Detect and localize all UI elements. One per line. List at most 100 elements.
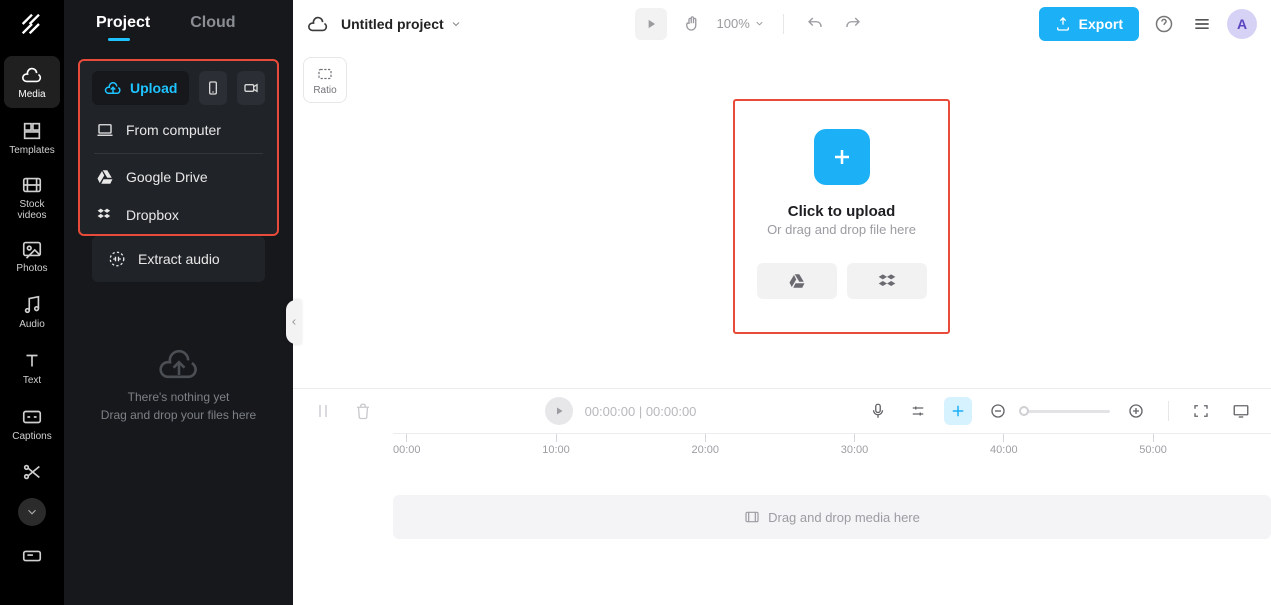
menu-google-drive-label: Google Drive <box>126 169 208 185</box>
ratio-button[interactable]: Ratio <box>303 57 347 103</box>
tick-4: 40:00 <box>990 444 1018 456</box>
rail-item-captions[interactable]: Captions <box>4 398 60 450</box>
ratio-label: Ratio <box>313 85 336 96</box>
stage-google-drive-button[interactable] <box>757 263 837 299</box>
fit-button[interactable] <box>1187 397 1215 425</box>
menu-google-drive[interactable]: Google Drive <box>80 158 277 196</box>
upload-button[interactable]: Upload <box>92 71 189 105</box>
main-area: Untitled project 100% <box>293 0 1271 605</box>
export-button[interactable]: Export <box>1039 7 1139 41</box>
rail-more-button[interactable] <box>18 498 46 526</box>
zoom-in-button[interactable] <box>1122 397 1150 425</box>
rail-item-stock-videos[interactable]: Stock videos <box>4 168 60 226</box>
zoom-out-button[interactable] <box>984 397 1012 425</box>
tick-2: 20:00 <box>692 444 720 456</box>
dropbox-icon <box>96 206 114 224</box>
timeline-drop-label: Drag and drop media here <box>768 510 920 525</box>
display-button[interactable] <box>1227 397 1255 425</box>
rail-label-captions: Captions <box>12 431 51 442</box>
google-drive-icon <box>96 168 114 186</box>
app-logo <box>18 10 46 38</box>
rail-item-bottom[interactable] <box>4 538 60 574</box>
hand-tool-button[interactable] <box>679 11 705 37</box>
menu-dropbox[interactable]: Dropbox <box>80 196 277 234</box>
preview-play-button[interactable] <box>635 8 667 40</box>
upload-menu-highlight: Upload From computer Google Driv <box>78 59 279 236</box>
stage-dropbox-button[interactable] <box>847 263 927 299</box>
menu-from-computer[interactable]: From computer <box>80 111 277 149</box>
avatar-letter: A <box>1237 16 1247 32</box>
snap-button[interactable] <box>944 397 972 425</box>
zoom-slider[interactable] <box>1024 410 1110 413</box>
redo-button[interactable] <box>840 11 866 37</box>
rail-label-stock-videos: Stock videos <box>4 199 60 221</box>
dropbox-icon <box>877 271 897 291</box>
tab-project[interactable]: Project <box>96 14 150 32</box>
upload-plus-button[interactable] <box>814 129 870 185</box>
rail-label-photos: Photos <box>16 263 47 274</box>
left-rail: Media Templates Stock videos Photos Audi… <box>0 0 64 605</box>
project-title-text: Untitled project <box>341 16 444 32</box>
cloud-icon <box>307 13 329 35</box>
tab-cloud[interactable]: Cloud <box>190 14 235 32</box>
time-current: 00:00:00 <box>585 404 636 419</box>
avatar[interactable]: A <box>1227 9 1257 39</box>
upload-title: Click to upload <box>788 203 896 220</box>
menu-extract-audio-label: Extract audio <box>138 251 220 267</box>
split-button[interactable] <box>309 397 337 425</box>
export-label: Export <box>1079 16 1123 32</box>
google-drive-icon <box>788 272 806 290</box>
project-title[interactable]: Untitled project <box>341 16 462 32</box>
menu-button[interactable] <box>1189 11 1215 37</box>
tick-5: 50:00 <box>1139 444 1167 456</box>
zoom-display[interactable]: 100% <box>717 16 765 31</box>
laptop-icon <box>96 121 114 139</box>
rail-item-cut[interactable] <box>4 454 60 490</box>
mic-button[interactable] <box>864 397 892 425</box>
rail-item-text[interactable]: Text <box>4 342 60 394</box>
timeline-dropzone[interactable]: Drag and drop media here <box>393 495 1271 539</box>
tick-1: 10:00 <box>542 444 570 456</box>
export-icon <box>1055 16 1071 32</box>
timeline: 00:00:00 | 00:00:00 <box>293 388 1271 605</box>
rail-item-media[interactable]: Media <box>4 56 60 108</box>
upload-phone-button[interactable] <box>199 71 227 105</box>
rail-label-text: Text <box>23 375 41 386</box>
menu-from-computer-label: From computer <box>126 122 221 138</box>
chevron-down-icon <box>450 18 462 30</box>
extract-audio-icon <box>108 250 126 268</box>
rail-item-templates[interactable]: Templates <box>4 112 60 164</box>
ratio-icon <box>315 65 335 83</box>
plus-icon <box>830 145 854 169</box>
rail-label-media: Media <box>18 89 45 100</box>
divider <box>783 14 784 34</box>
media-icon <box>744 509 760 525</box>
undo-button[interactable] <box>802 11 828 37</box>
divider <box>1168 401 1169 421</box>
stage-upload-card: Click to upload Or drag and drop file he… <box>733 99 950 334</box>
help-button[interactable] <box>1151 11 1177 37</box>
tab-underline <box>108 38 130 41</box>
rail-item-photos[interactable]: Photos <box>4 230 60 282</box>
settings-button[interactable] <box>904 397 932 425</box>
topbar: Untitled project 100% <box>293 0 1271 47</box>
rail-item-audio[interactable]: Audio <box>4 286 60 338</box>
menu-divider <box>94 153 263 154</box>
zoom-value: 100% <box>717 16 750 31</box>
timeline-ruler[interactable]: 00:00 10:00 20:00 30:00 40:00 50:00 <box>393 433 1271 461</box>
delete-button[interactable] <box>349 397 377 425</box>
upload-camera-button[interactable] <box>237 71 265 105</box>
project-panel: Project Cloud Upload <box>64 0 293 605</box>
menu-extract-audio[interactable]: Extract audio <box>92 240 265 278</box>
empty-dropzone[interactable]: There's nothing yet Drag and drop your f… <box>64 282 293 605</box>
zoom-slider-handle[interactable] <box>1019 406 1029 416</box>
menu-dropbox-label: Dropbox <box>126 207 179 223</box>
tick-3: 30:00 <box>841 444 869 456</box>
panel-collapse-handle[interactable] <box>286 300 302 344</box>
rail-label-templates: Templates <box>9 145 55 156</box>
timeline-play-button[interactable] <box>545 397 573 425</box>
rail-label-audio: Audio <box>19 319 45 330</box>
chevron-down-icon <box>754 18 765 29</box>
timeline-timecode: 00:00:00 | 00:00:00 <box>585 404 697 419</box>
time-total: 00:00:00 <box>646 404 697 419</box>
